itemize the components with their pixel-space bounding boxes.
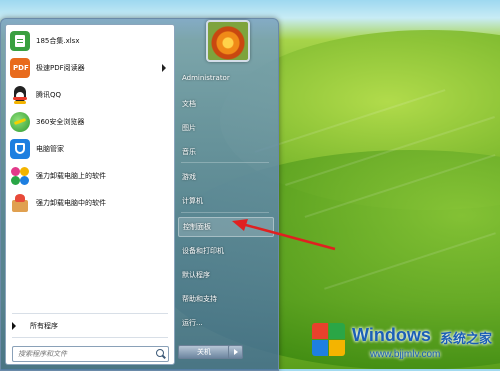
- 360-browser-icon: [10, 112, 30, 132]
- right-item-help-support[interactable]: 帮助和支持: [182, 294, 217, 304]
- submenu-arrow-icon: [162, 64, 166, 72]
- pc-manager-shield-icon: [10, 139, 30, 159]
- program-label: 强力卸载电脑中的软件: [36, 199, 106, 207]
- divider: [12, 337, 168, 338]
- right-item-music[interactable]: 音乐: [182, 147, 196, 157]
- program-item-pdf-reader[interactable]: PDF 极速PDF阅读器: [6, 56, 174, 80]
- program-label: 腾讯QQ: [36, 91, 62, 99]
- program-item-xlsx[interactable]: 185合集.xlsx: [6, 29, 174, 53]
- search-input[interactable]: [13, 350, 153, 358]
- windows-logo-icon: [312, 323, 346, 357]
- watermark-brand: Windows: [352, 325, 431, 345]
- site-watermark: Windows 系统之家 www.bjjmlv.com: [302, 317, 498, 367]
- right-item-run[interactable]: 运行...: [182, 318, 203, 328]
- all-programs-label: 所有程序: [30, 322, 58, 330]
- search-icon[interactable]: [156, 349, 164, 357]
- spreadsheet-icon: [10, 31, 30, 51]
- program-item-uninstaller-box[interactable]: 强力卸载电脑中的软件: [6, 191, 174, 215]
- right-item-games[interactable]: 游戏: [182, 172, 196, 182]
- right-separator: [181, 162, 269, 163]
- right-separator: [181, 212, 269, 213]
- right-item-username[interactable]: Administrator: [182, 74, 230, 82]
- shutdown-options-icon[interactable]: [228, 345, 243, 359]
- all-programs-button[interactable]: 所有程序: [12, 321, 58, 331]
- search-box[interactable]: [12, 346, 169, 362]
- program-label: 极速PDF阅读器: [36, 64, 85, 72]
- watermark-subtitle: 系统之家: [440, 332, 493, 347]
- uninstaller-box-icon: [10, 193, 30, 213]
- program-item-pc-manager[interactable]: 电脑管家: [6, 137, 174, 161]
- right-item-computer[interactable]: 计算机: [182, 196, 203, 206]
- qq-penguin-icon: [10, 85, 30, 105]
- program-label: 360安全浏览器: [36, 118, 85, 126]
- uninstaller-icon: [10, 166, 30, 186]
- pdf-reader-icon: PDF: [10, 58, 30, 78]
- program-label: 强力卸载电脑上的软件: [36, 172, 106, 180]
- annotation-arrow-icon: [232, 219, 336, 251]
- programs-pane: 185合集.xlsx PDF 极速PDF阅读器 腾讯QQ 360安全浏览器 电脑…: [5, 24, 175, 365]
- watermark-url: www.bjjmlv.com: [370, 349, 441, 360]
- right-item-pictures[interactable]: 图片: [182, 123, 196, 133]
- shutdown-button[interactable]: 关机: [178, 345, 230, 359]
- user-avatar[interactable]: [206, 20, 250, 62]
- program-item-360-browser[interactable]: 360安全浏览器: [6, 110, 174, 134]
- right-item-devices-printers[interactable]: 设备和打印机: [182, 246, 224, 256]
- program-label: 185合集.xlsx: [36, 37, 80, 45]
- program-item-uninstaller[interactable]: 强力卸载电脑上的软件: [6, 164, 174, 188]
- start-menu: 185合集.xlsx PDF 极速PDF阅读器 腾讯QQ 360安全浏览器 电脑…: [0, 18, 279, 371]
- divider: [12, 313, 168, 314]
- right-item-documents[interactable]: 文档: [182, 99, 196, 109]
- right-item-default-programs[interactable]: 默认程序: [182, 270, 210, 280]
- program-label: 电脑管家: [36, 145, 64, 153]
- expand-arrow-icon: [12, 322, 16, 330]
- program-item-qq[interactable]: 腾讯QQ: [6, 83, 174, 107]
